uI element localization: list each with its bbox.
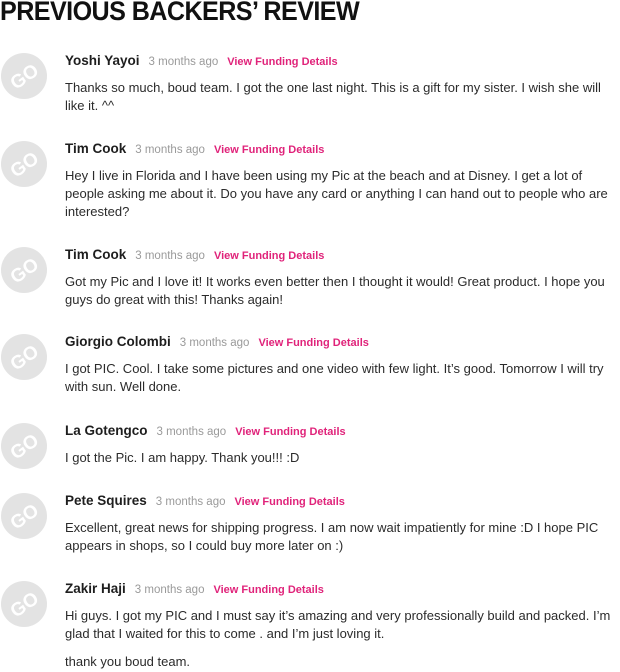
reviewer-name: Tim Cook [65, 141, 127, 156]
svg-text:GO: GO [7, 588, 43, 622]
review-text: Excellent, great news for shipping progr… [65, 520, 599, 553]
view-funding-details-link[interactable]: View Funding Details [213, 584, 323, 596]
go-avatar-icon: GO [7, 588, 43, 622]
go-avatar-icon: GO [7, 254, 43, 288]
review-text: Thanks so much, boud team. I got the one… [65, 80, 601, 113]
svg-text:GO: GO [7, 148, 43, 182]
review-timestamp: 3 months ago [148, 56, 219, 68]
svg-text:GO: GO [7, 430, 43, 464]
review-text: Hey I live in Florida and I have been us… [65, 168, 608, 219]
avatar: GO [1, 493, 47, 539]
review-text: I got PIC. Cool. I take some pictures an… [65, 361, 604, 394]
go-avatar-icon: GO [7, 430, 43, 464]
reviewer-name: Pete Squires [65, 493, 147, 508]
review-timestamp: 3 months ago [156, 426, 227, 438]
review-timestamp: 3 months ago [155, 496, 226, 508]
view-funding-details-link[interactable]: View Funding Details [227, 56, 337, 68]
avatar: GO [1, 334, 47, 380]
avatar: GO [1, 581, 47, 627]
reviewer-name: La Gotengco [65, 423, 148, 438]
reviewer-name: Tim Cook [65, 247, 127, 262]
review-timestamp: 3 months ago [135, 144, 205, 156]
section-title: PREVIOUS BACKERS’ REVIEW [0, 0, 360, 26]
view-funding-details-link[interactable]: View Funding Details [235, 426, 345, 438]
avatar: GO [1, 247, 47, 293]
go-avatar-icon: GO [7, 500, 43, 534]
svg-text:GO: GO [7, 60, 43, 94]
view-funding-details-link[interactable]: View Funding Details [258, 337, 368, 349]
review-timestamp: 3 months ago [179, 337, 250, 349]
svg-text:GO: GO [7, 500, 43, 534]
review-text: Got my Pic and I love it! It works even … [65, 274, 605, 307]
review-timestamp: 3 months ago [134, 584, 205, 596]
review-text: I got the Pic. I am happy. Thank you!!! … [65, 450, 300, 465]
svg-text:GO: GO [7, 341, 43, 375]
reviewer-name: Yoshi Yayoi [65, 53, 140, 68]
view-funding-details-link[interactable]: View Funding Details [214, 250, 324, 262]
review-text-continued: thank you boud team. [65, 654, 191, 669]
go-avatar-icon: GO [7, 60, 43, 94]
go-avatar-icon: GO [7, 148, 43, 182]
go-avatar-icon: GO [7, 341, 43, 375]
review-text: Hi guys. I got my PIC and I must say it’… [65, 608, 611, 641]
reviewer-name: Zakir Haji [65, 581, 126, 596]
svg-text:GO: GO [7, 254, 43, 288]
avatar: GO [1, 423, 47, 469]
view-funding-details-link[interactable]: View Funding Details [214, 144, 324, 156]
reviewer-name: Giorgio Colombi [65, 334, 171, 349]
avatar: GO [1, 141, 47, 187]
review-timestamp: 3 months ago [135, 250, 205, 262]
avatar: GO [1, 53, 47, 99]
view-funding-details-link[interactable]: View Funding Details [234, 496, 344, 508]
